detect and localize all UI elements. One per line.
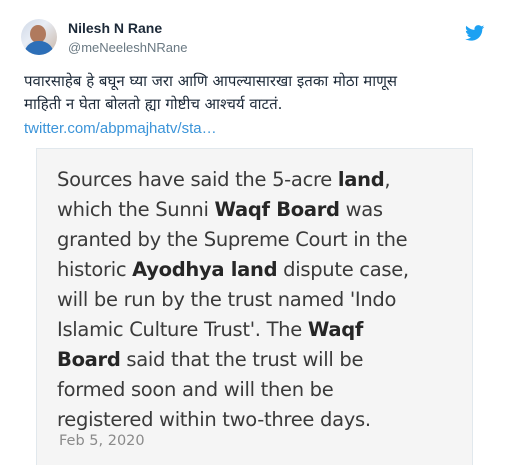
tweet-link[interactable]: twitter.com/abpmajhatv/sta… (24, 120, 217, 137)
quote-line: will be run by the trust named 'Indo (57, 288, 397, 311)
quote-span: dispute case, (277, 258, 409, 281)
quote-bold: Board (57, 348, 121, 371)
tweet-card: Nilesh N Rane @meNeeleshNRane पवारसाहेब … (0, 0, 510, 465)
media-date: Feb 5, 2020 (59, 433, 145, 449)
quote-line: historic Ayodhya land dispute case, (57, 255, 457, 285)
author-handle[interactable]: @meNeeleshNRane (68, 40, 187, 55)
quote-line: registered within two-three days. (57, 408, 371, 431)
avatar-shirt (24, 41, 54, 55)
quote-span: was (339, 198, 383, 221)
media-quote-text: Sources have said the 5-acre land, which… (57, 165, 457, 435)
quote-span: Islamic Culture Trust'. The (57, 318, 308, 341)
quote-line: formed soon and will then be (57, 378, 334, 401)
quote-line: Islamic Culture Trust'. The Waqf (57, 315, 457, 345)
quote-line: Board said that the trust will be (57, 345, 457, 375)
tweet-text-line-1: पवारसाहेब हे बघून घ्या जरा आणि आपल्यासार… (24, 72, 398, 90)
quote-span: which the Sunni (57, 198, 215, 221)
quote-line: which the Sunni Waqf Board was (57, 195, 457, 225)
quote-line: Sources have said the 5-acre land, (57, 165, 457, 195)
quote-bold: land (337, 168, 385, 191)
author-name[interactable]: Nilesh N Rane (68, 20, 162, 36)
twitter-bird-icon[interactable] (465, 25, 485, 41)
tweet-text: पवारसाहेब हे बघून घ्या जरा आणि आपल्यासार… (24, 70, 494, 116)
quote-span: , (384, 168, 391, 191)
quote-span: said that the trust will be (120, 348, 364, 371)
quote-bold: Waqf (307, 318, 364, 341)
quote-line: granted by the Supreme Court in the (57, 228, 408, 251)
tweet-text-line-2: माहिती न घेता बोलतो ह्या गोष्टीच आश्चर्य… (24, 95, 283, 113)
avatar[interactable] (21, 19, 57, 55)
quote-span: historic (57, 258, 133, 281)
tweet-media-image[interactable]: Sources have said the 5-acre land, which… (36, 148, 473, 465)
quote-span: Sources have said the 5-acre (57, 168, 338, 191)
quote-bold: Waqf Board (214, 198, 340, 221)
quote-bold: Ayodhya land (132, 258, 278, 281)
